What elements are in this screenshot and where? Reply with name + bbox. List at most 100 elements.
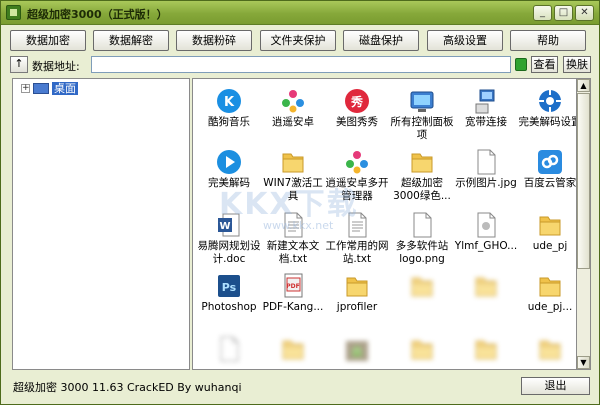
vertical-scrollbar[interactable]: ▲ ▼ [577,78,591,370]
folder-icon [536,272,564,300]
up-arrow-button[interactable]: ↑ [10,56,28,73]
file-item[interactable]: 完美解码设置 [518,81,576,143]
file-item[interactable]: PDF PDF-Kang... [261,266,325,328]
document-icon [472,148,500,176]
file-name: 酷狗音乐 [208,116,250,128]
folder-icon [472,335,500,363]
svg-text:Ps: Ps [222,281,237,294]
file-name: 宽带连接 [465,116,507,128]
folder-icon [408,335,436,363]
file-name: jprofiler [336,301,378,313]
folder-tree: + 桌面 [12,78,190,370]
file-item[interactable] [390,329,454,369]
address-label: 数据地址: [32,60,80,73]
advanced-settings-button[interactable]: 高级设置 [427,30,503,51]
svg-text:秀: 秀 [350,94,364,109]
file-item[interactable]: 多多软件站logo.png [390,205,454,267]
help-button[interactable]: 帮助 [510,30,586,51]
file-name: Ylmf_GHO... [454,240,518,252]
svg-text:K: K [224,95,235,110]
file-name: 逍遥安卓 [272,116,314,128]
watermark-url: www.kkx.net [263,219,334,232]
file-item[interactable]: Ylmf_GHO... [454,205,518,267]
scroll-down-icon[interactable]: ▼ [577,356,590,369]
android-icon [343,335,371,363]
xiaoyao-icon [279,87,307,115]
gear-icon [536,87,564,115]
tree-expand-toggle[interactable]: + [21,84,30,93]
file-name: 百度云管家 [523,177,577,189]
file-item[interactable]: 所有控制面板项 [390,81,454,143]
file-item[interactable] [390,266,454,328]
file-list: K 酷狗音乐 逍遥安卓秀美图秀秀 所有控制面板项 宽带连接 完美解码设置 完美解码 WIN7激… [192,78,577,370]
file-item[interactable]: 示例图片.jpg [454,142,518,204]
app-window: 超级加密3000（正式版！） _ □ ✕ 数据加密 数据解密 数据粉碎 文件夹保… [0,0,600,405]
file-name: 工作常用的网站.txt [325,240,389,265]
file-item[interactable]: jprofiler [325,266,389,328]
title-bar[interactable]: 超级加密3000（正式版！） _ □ ✕ [1,1,599,25]
document-icon [408,211,436,239]
file-name: ude_pj... [527,301,573,313]
file-name: ude_pj [532,240,568,252]
folder-icon [472,272,500,300]
folder-icon [536,211,564,239]
folder-icon [408,272,436,300]
file-name: 示例图片.jpg [455,177,517,189]
file-item[interactable]: 宽带连接 [454,81,518,143]
file-item[interactable]: ude_pj... [518,266,576,328]
player-icon [215,148,243,176]
decrypt-button[interactable]: 数据解密 [93,30,169,51]
kugou-icon: K [215,87,243,115]
file-item[interactable]: 百度云管家 [518,142,577,204]
file-name: 易腾网规划设计.doc [197,240,261,265]
meitu-icon: 秀 [343,87,371,115]
skin-button[interactable]: 换肤 [563,56,591,73]
file-item[interactable]: ude_pj [518,205,576,267]
exit-button[interactable]: 退出 [521,377,590,395]
folder-icon [408,148,436,176]
document-icon [215,335,243,363]
shred-button[interactable]: 数据粉碎 [176,30,252,51]
tree-item-desktop[interactable]: 桌面 [52,82,78,95]
file-item[interactable]: 超级加密3000绿色... [390,142,454,204]
scroll-up-icon[interactable]: ▲ [577,79,590,92]
file-name: 美图秀秀 [336,116,378,128]
file-name: 新建文本文档.txt [266,240,320,265]
maximize-button[interactable]: □ [554,5,573,21]
app-logo-icon [6,5,21,20]
file-item[interactable] [325,329,389,369]
address-input[interactable] [91,56,511,73]
toolbar: 数据加密 数据解密 数据粉碎 文件夹保护 磁盘保护 高级设置 帮助 [10,30,592,52]
disk-protect-button[interactable]: 磁盘保护 [343,30,419,51]
control-panel-icon [408,87,436,115]
file-item[interactable]: Ps Photoshop [197,266,261,328]
folder-icon [279,148,307,176]
file-name: 多多软件站logo.png [395,240,449,265]
close-button[interactable]: ✕ [575,5,594,21]
desktop-icon [33,83,49,94]
address-bar: ↑ 数据地址: 查看 换肤 [10,56,592,74]
pdf-icon: PDF [279,272,307,300]
file-item[interactable]: K 酷狗音乐 [197,81,261,143]
folder-icon [536,335,564,363]
folder-icon [279,335,307,363]
minimize-button[interactable]: _ [533,5,552,21]
ghost-file-icon [472,211,500,239]
file-item[interactable] [197,329,261,369]
scrollbar-thumb[interactable] [577,93,590,269]
file-item[interactable] [518,329,576,369]
folder-icon [343,272,371,300]
status-text: 超级加密 3000 11.63 CrackED By wuhanqi [13,381,242,394]
file-item[interactable] [454,266,518,328]
photoshop-icon: Ps [215,272,243,300]
status-indicator-icon [515,58,527,71]
encrypt-button[interactable]: 数据加密 [10,30,86,51]
folder-protect-button[interactable]: 文件夹保护 [260,30,336,51]
file-item[interactable] [261,329,325,369]
file-item[interactable]: 逍遥安卓 [261,81,325,143]
file-item[interactable] [454,329,518,369]
file-item[interactable]: 秀美图秀秀 [325,81,389,143]
file-name: PDF-Kang... [262,301,324,313]
view-button[interactable]: 查看 [531,56,558,73]
watermark: KKX下载 [219,187,359,222]
